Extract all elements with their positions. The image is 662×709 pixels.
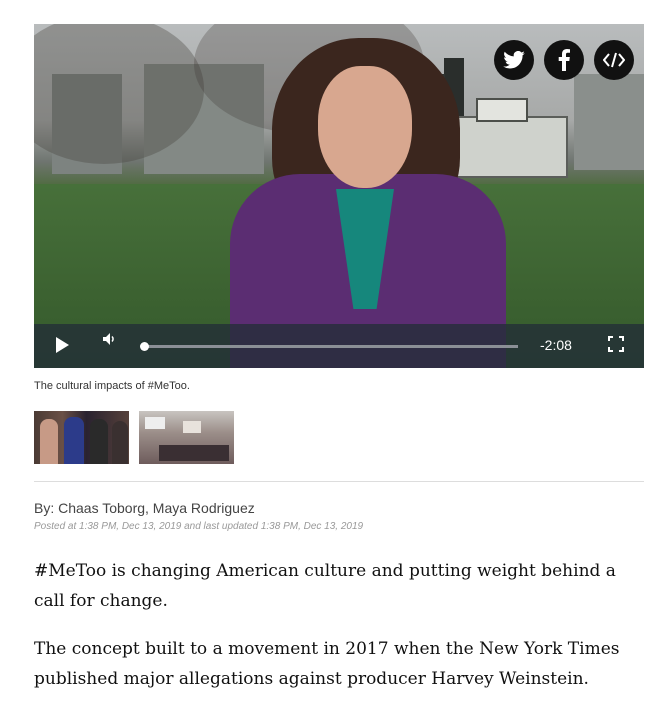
- facebook-icon: [558, 49, 570, 71]
- thumbnail-banner: [159, 445, 229, 461]
- fullscreen-icon: [608, 336, 624, 352]
- thumbnail-person: [112, 421, 128, 464]
- thumbnail-protest-sign: [183, 421, 201, 433]
- twitter-icon: [503, 51, 525, 69]
- progress-scrubber[interactable]: [140, 342, 149, 351]
- volume-button[interactable]: [102, 332, 118, 351]
- embed-code-icon: [603, 52, 625, 68]
- thumbnail-person: [64, 417, 84, 464]
- volume-icon: [103, 333, 114, 345]
- share-twitter-button[interactable]: [494, 40, 534, 80]
- progress-bar[interactable]: [140, 342, 518, 351]
- time-remaining: -2:08: [540, 337, 572, 353]
- background-boat: [454, 98, 568, 178]
- article-paragraph: The concept built to a movement in 2017 …: [34, 639, 620, 689]
- share-facebook-button[interactable]: [544, 40, 584, 80]
- video-controls-bar: -2:08: [34, 324, 644, 368]
- divider: [34, 481, 644, 482]
- thumbnail-person: [90, 419, 108, 464]
- thumbnail-person: [40, 419, 58, 464]
- play-icon: [56, 337, 69, 353]
- presenter-face: [318, 66, 412, 188]
- fullscreen-button[interactable]: [608, 336, 624, 357]
- article-byline: By: Chaas Toborg, Maya Rodriguez: [34, 500, 255, 516]
- video-player[interactable]: -2:08: [34, 24, 644, 368]
- video-thumbnail[interactable]: [139, 411, 234, 464]
- video-thumbnail[interactable]: [34, 411, 129, 464]
- play-button[interactable]: [54, 336, 70, 359]
- thumbnail-protest-sign: [145, 417, 165, 429]
- share-embed-button[interactable]: [594, 40, 634, 80]
- article-timestamp: Posted at 1:38 PM, Dec 13, 2019 and last…: [34, 521, 364, 532]
- article-paragraph: #MeToo is changing American culture and …: [34, 561, 616, 611]
- video-caption: The cultural impacts of #MeToo.: [34, 380, 190, 392]
- background-building: [574, 74, 644, 170]
